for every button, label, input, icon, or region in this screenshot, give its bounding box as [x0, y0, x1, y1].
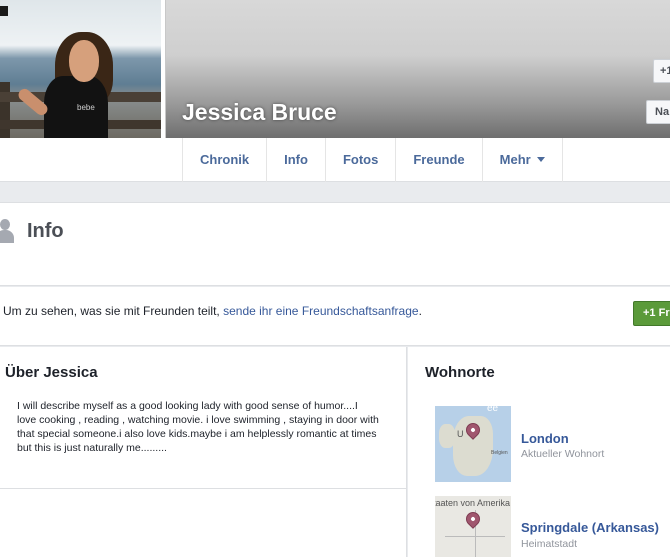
left-lower-panel — [0, 489, 407, 557]
about-panel: Über Jessica I will describe myself as a… — [0, 347, 407, 489]
tab-mehr[interactable]: Mehr — [483, 138, 563, 182]
tab-fotos[interactable]: Fotos — [326, 138, 397, 182]
photo-corner-mark — [0, 6, 8, 16]
tab-chronik-label: Chronik — [200, 152, 250, 167]
places-title: Wohnorte — [425, 364, 495, 381]
map-label-top: ee — [487, 406, 499, 414]
place-name-link[interactable]: London — [521, 431, 569, 446]
tab-info-label: Info — [284, 152, 308, 167]
place-subtitle: Aktueller Wohnort — [521, 448, 605, 460]
send-friend-request-link[interactable]: sende ihr eine Freundschaftsanfrage — [223, 304, 418, 318]
info-section-header: Info — [0, 202, 670, 286]
chevron-down-icon — [536, 157, 545, 162]
map-label-belgium: Belgien — [491, 450, 508, 456]
profile-name: Jessica Bruce — [182, 99, 337, 125]
tab-freunde[interactable]: Freunde — [396, 138, 483, 182]
person-icon-torso — [0, 230, 14, 243]
friend-request-bar: Um zu sehen, was sie mit Freunden teilt,… — [0, 287, 670, 346]
about-title: Über Jessica — [5, 364, 98, 381]
map-label: U — [457, 429, 464, 439]
add-friend-button[interactable]: +1 Fr — [633, 301, 670, 326]
place-item-london: U ee Belgien London Aktueller Wohnort — [435, 406, 670, 482]
person-icon-head — [0, 219, 10, 230]
place-item-springdale: taaten von Amerika Springdale (Arkansas)… — [435, 496, 670, 557]
tab-info[interactable]: Info — [267, 138, 326, 182]
photo-person-face — [69, 40, 99, 82]
tab-chronik[interactable]: Chronik — [183, 138, 268, 182]
tab-mehr-label: Mehr — [499, 152, 531, 167]
profile-nav-bar: Chronik Info Fotos Freunde Mehr — [0, 138, 670, 182]
message-button[interactable]: Na — [646, 100, 670, 124]
tab-freunde-label: Freunde — [413, 152, 465, 167]
friend-request-text: Um zu sehen, was sie mit Freunden teilt, — [3, 304, 224, 318]
person-icon — [0, 219, 16, 243]
map-thumbnail-springdale[interactable]: taaten von Amerika — [435, 496, 511, 557]
place-subtitle: Heimatstadt — [521, 538, 578, 550]
map-pin-icon — [463, 509, 483, 529]
map-land-ireland — [439, 424, 455, 448]
map-label: taaten von Amerika — [435, 498, 511, 508]
profile-tabs: Chronik Info Fotos Freunde Mehr — [182, 138, 563, 182]
tab-fotos-label: Fotos — [342, 152, 379, 167]
friend-request-suffix: . — [418, 304, 422, 318]
place-name-link[interactable]: Springdale (Arkansas) — [521, 520, 659, 535]
about-text: I will describe myself as a good looking… — [17, 400, 379, 454]
friend-request-message: Um zu sehen, was sie mit Freunden teilt,… — [3, 304, 422, 318]
header-action-button[interactable]: +1 — [653, 59, 670, 83]
map-thumbnail-london[interactable]: U ee Belgien — [435, 406, 511, 482]
page-title: Info — [27, 220, 64, 242]
places-panel: Wohnorte U ee Belgien London Aktueller W… — [408, 347, 670, 557]
photo-shirt-logo: bebe — [77, 103, 95, 112]
